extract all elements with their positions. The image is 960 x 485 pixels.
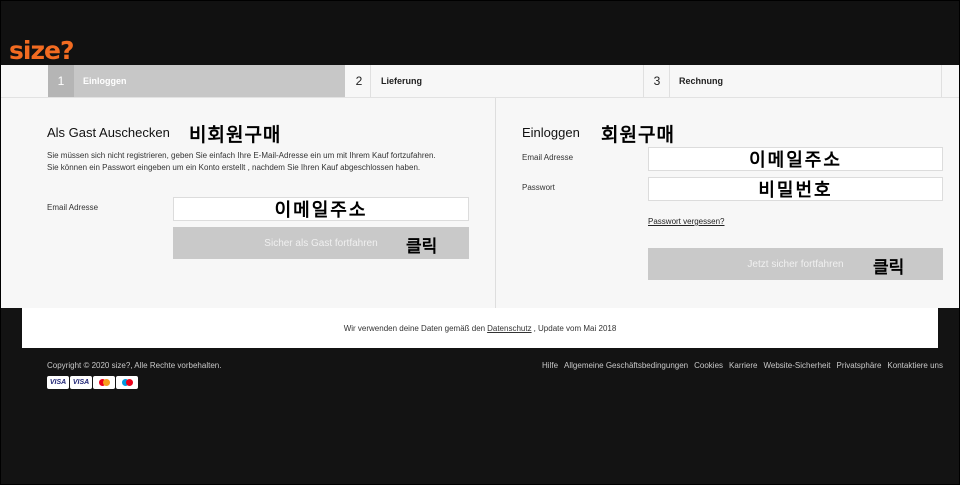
guest-continue-label: Sicher als Gast fortfahren bbox=[264, 237, 378, 249]
notice-text: Wir verwenden deine Daten gemäß den bbox=[343, 323, 486, 333]
step-billing[interactable]: 3 Rechnung bbox=[644, 65, 940, 97]
visa-text: VISA bbox=[72, 379, 90, 386]
copyright-text: Copyright © 2020 size?, Alle Rechte vorb… bbox=[47, 361, 222, 370]
guest-continue-button[interactable]: Sicher als Gast fortfahren 클릭 bbox=[173, 227, 469, 259]
visa-text: VISA bbox=[49, 379, 67, 386]
maestro-circle-red bbox=[125, 379, 133, 386]
guest-email-overlay: 이메일주소 bbox=[274, 200, 368, 221]
footer-link-contact[interactable]: Kontaktiere uns bbox=[887, 361, 943, 370]
login-click-overlay: 클릭 bbox=[873, 258, 905, 278]
guest-title: Als Gast Auschecken bbox=[47, 125, 170, 140]
guest-email-label: Email Adresse bbox=[47, 203, 99, 212]
site-header: size? bbox=[0, 0, 960, 65]
footer-link-terms[interactable]: Allgemeine Geschäftsbedingungen bbox=[564, 361, 688, 370]
visa-icon: VISA bbox=[47, 376, 69, 389]
payment-cards: VISA VISA bbox=[47, 376, 138, 389]
login-password-overlay: 비밀번호 bbox=[758, 180, 833, 201]
login-password-input[interactable]: 비밀번호 bbox=[648, 177, 943, 201]
privacy-notice: Wir verwenden deine Daten gemäß den Date… bbox=[22, 308, 938, 348]
step-number: 3 bbox=[653, 74, 661, 88]
guest-overlay-title: 비회원구매 bbox=[189, 124, 282, 146]
footer-link-security[interactable]: Website-Sicherheit bbox=[763, 361, 830, 370]
login-continue-button[interactable]: Jetzt sicher fortfahren 클릭 bbox=[648, 248, 943, 280]
forgot-password-link[interactable]: Passwort vergessen? bbox=[648, 217, 724, 226]
footer-links: Hilfe Allgemeine Geschäftsbedingungen Co… bbox=[542, 361, 943, 370]
login-continue-label: Jetzt sicher fortfahren bbox=[747, 258, 844, 270]
footer-link-help[interactable]: Hilfe bbox=[542, 361, 558, 370]
mastercard-circle-yellow bbox=[102, 379, 110, 386]
login-title: Einloggen bbox=[522, 125, 580, 140]
login-email-overlay: 이메일주소 bbox=[749, 150, 842, 171]
step-divider bbox=[941, 65, 942, 97]
logo-text: size bbox=[9, 36, 61, 65]
checkout-content: Als Gast Auschecken 비회원구매 Sie müssen sic… bbox=[0, 98, 960, 308]
size-logo[interactable]: size? bbox=[9, 36, 74, 65]
guest-description: Sie müssen sich nicht registrieren, gebe… bbox=[47, 151, 436, 172]
visa-electron-icon: VISA bbox=[70, 376, 92, 389]
column-divider bbox=[495, 98, 496, 308]
guest-click-overlay: 클릭 bbox=[406, 237, 438, 257]
login-email-label: Email Adresse bbox=[522, 153, 574, 162]
maestro-icon bbox=[116, 376, 138, 389]
footer-link-privacy[interactable]: Privatsphäre bbox=[836, 361, 881, 370]
login-password-label: Passwort bbox=[522, 183, 555, 192]
footer-link-careers[interactable]: Karriere bbox=[729, 361, 757, 370]
step-delivery[interactable]: 2 Lieferung bbox=[346, 65, 642, 97]
step-label: Lieferung bbox=[381, 76, 423, 86]
footer-link-cookies[interactable]: Cookies bbox=[694, 361, 723, 370]
mastercard-icon bbox=[93, 376, 115, 389]
step-number: 2 bbox=[355, 74, 363, 88]
guest-email-input[interactable]: 이메일주소 bbox=[173, 197, 469, 221]
privacy-link[interactable]: Datenschutz bbox=[487, 324, 531, 333]
step-login[interactable]: 1 Einloggen bbox=[48, 65, 345, 97]
step-label: Einloggen bbox=[83, 76, 127, 86]
notice-text-end: , Update vom Mai 2018 bbox=[533, 323, 617, 333]
step-number: 1 bbox=[48, 65, 74, 97]
login-email-input[interactable]: 이메일주소 bbox=[648, 147, 943, 171]
site-footer: Copyright © 2020 size?, Alle Rechte vorb… bbox=[0, 348, 960, 485]
login-overlay-title: 회원구매 bbox=[601, 124, 675, 146]
checkout-steps: 1 Einloggen 2 Lieferung 3 Rechnung bbox=[0, 65, 960, 98]
logo-mark: ? bbox=[59, 36, 74, 65]
step-label: Rechnung bbox=[679, 76, 723, 86]
